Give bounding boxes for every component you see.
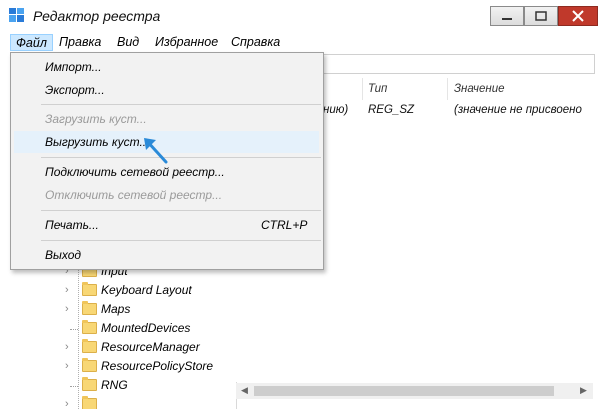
- tree-item[interactable]: MountedDevices: [8, 320, 236, 338]
- minimize-button[interactable]: [490, 6, 524, 26]
- tree-item-label: Maps: [101, 302, 131, 316]
- close-icon: [572, 10, 584, 22]
- menu-separator: [41, 157, 321, 158]
- tree-item-label: MountedDevices: [101, 321, 191, 335]
- value-type-cell[interactable]: REG_SZ: [368, 104, 414, 116]
- tree-item-label: ResourcePolicyStore: [101, 359, 214, 373]
- folder-icon: [82, 301, 97, 315]
- title-bar[interactable]: Редактор реестра: [0, 0, 600, 32]
- menu-bar: Файл Правка Вид Избранное Справка: [0, 32, 600, 52]
- folder-icon: [82, 282, 97, 296]
- tree-item[interactable]: ›: [8, 396, 236, 409]
- value-data-cell[interactable]: (значение не присвоено: [454, 104, 582, 116]
- tree-item-label: ResourceManager: [101, 340, 200, 354]
- menu-favorites[interactable]: Избранное: [150, 34, 223, 51]
- menu-exit[interactable]: Выход: [45, 248, 81, 262]
- menu-import[interactable]: Импорт...: [45, 60, 102, 74]
- chevron-right-icon[interactable]: ›: [65, 283, 77, 297]
- folder-icon: [82, 377, 97, 391]
- column-separator[interactable]: [447, 78, 448, 100]
- registry-app-icon: [9, 8, 24, 22]
- menu-separator: [41, 240, 321, 241]
- folder-icon: [82, 320, 97, 334]
- menu-print[interactable]: Печать...: [45, 218, 99, 232]
- tree-connector: [70, 329, 78, 330]
- close-button[interactable]: [558, 6, 598, 26]
- tree-item[interactable]: › ResourcePolicyStore: [8, 358, 236, 376]
- menu-view[interactable]: Вид: [112, 34, 144, 51]
- tree-item-label: Keyboard Layout: [101, 283, 192, 297]
- chevron-right-icon[interactable]: ›: [65, 359, 77, 373]
- maximize-icon: [535, 11, 547, 21]
- tree-item[interactable]: RNG: [8, 377, 236, 395]
- tree-item[interactable]: › Maps: [8, 301, 236, 319]
- menu-separator: [41, 210, 321, 211]
- menu-load-hive: Загрузить куст...: [45, 112, 147, 126]
- scroll-left-icon[interactable]: ◀: [241, 385, 248, 396]
- maximize-button[interactable]: [524, 6, 558, 26]
- tree-connector: [70, 386, 78, 387]
- chevron-right-icon[interactable]: ›: [65, 397, 77, 409]
- menu-file[interactable]: Файл: [10, 34, 53, 51]
- folder-icon: [82, 358, 97, 372]
- menu-disconnect-registry: Отключить сетевой реестр...: [45, 188, 223, 202]
- minimize-icon: [502, 18, 512, 20]
- tree-item-label: RNG: [101, 378, 128, 392]
- pointer-arrow-icon: [144, 138, 168, 164]
- column-header-value[interactable]: Значение: [454, 78, 504, 100]
- chevron-right-icon[interactable]: ›: [65, 302, 77, 316]
- window-title: Редактор реестра: [33, 8, 161, 24]
- scroll-right-icon[interactable]: ▶: [580, 385, 587, 396]
- scrollbar-thumb[interactable]: [254, 386, 554, 396]
- folder-icon: [82, 396, 97, 409]
- menu-separator: [41, 104, 321, 105]
- address-bar[interactable]: [322, 54, 595, 74]
- menu-help[interactable]: Справка: [226, 34, 285, 51]
- print-shortcut: CTRL+P: [261, 218, 308, 232]
- horizontal-scrollbar[interactable]: ◀ ▶: [236, 383, 593, 399]
- folder-icon: [82, 339, 97, 353]
- tree-item[interactable]: › Keyboard Layout: [8, 282, 236, 300]
- menu-edit[interactable]: Правка: [54, 34, 106, 51]
- tree-item[interactable]: › ResourceManager: [8, 339, 236, 357]
- value-name-cell[interactable]: нию): [323, 104, 348, 116]
- menu-connect-registry[interactable]: Подключить сетевой реестр...: [45, 165, 225, 179]
- menu-unload-hive[interactable]: Выгрузить куст...: [45, 135, 149, 149]
- chevron-right-icon[interactable]: ›: [65, 340, 77, 354]
- column-header-type[interactable]: Тип: [368, 78, 387, 100]
- registry-editor-window: Редактор реестра Файл Правка Вид Избранн…: [0, 0, 600, 409]
- menu-export[interactable]: Экспорт...: [45, 83, 105, 97]
- column-separator[interactable]: [362, 78, 363, 100]
